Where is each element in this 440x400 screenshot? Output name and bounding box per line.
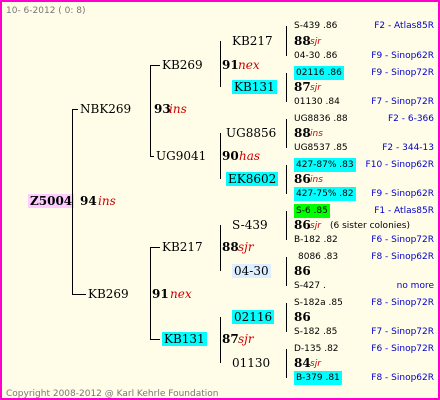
gen4-origin-0: F2 - Atlas85R — [374, 21, 434, 31]
gen3-id-3[interactable]: EK8602 — [226, 172, 279, 186]
connector-gen2-b-bottom — [150, 339, 160, 340]
footer-copyright: Copyright 2008-2012 @ Karl Kehrle Founda… — [6, 389, 219, 399]
gen4-origin-18: F8 - Sinop72R — [371, 298, 434, 308]
gen3-id-1[interactable]: KB131 — [232, 80, 277, 94]
gen4-origin-14: F6 - Sinop72R — [371, 235, 434, 245]
gen4-origin-8: F2 - 344-13 — [382, 143, 434, 153]
connector-gen4-3 — [286, 119, 287, 148]
gen3-id-7[interactable]: 01130 — [232, 356, 270, 370]
gen4-origin-3: F9 - Sinop72R — [371, 68, 434, 78]
gen4-tag-10: ins — [310, 175, 323, 185]
gen4-label-0[interactable]: S-439 .86 — [294, 19, 337, 33]
gen4-note-13: (6 sister colonies) — [330, 221, 411, 231]
gen4-label-23[interactable]: B-379 .81 — [294, 371, 342, 385]
gen4-tag-7: ins — [310, 129, 323, 139]
connector-gen4-4 — [286, 165, 287, 194]
connector-gen1-bottom — [72, 294, 86, 295]
gen4-label-9[interactable]: 427-87% .83 — [294, 158, 356, 172]
gen1-tag-1: nex — [170, 287, 192, 301]
connector-gen4-8 — [286, 349, 287, 378]
gen4-label-17[interactable]: S-427 . — [294, 279, 326, 293]
gen4-label-5[interactable]: 01130 .84 — [294, 95, 340, 109]
gen4-label-6[interactable]: UG8836 .88 — [294, 112, 348, 126]
root-queen-id[interactable]: Z5004 — [28, 194, 75, 208]
gen4-label-8[interactable]: UG8537 .85 — [294, 141, 348, 155]
gen4-label-11[interactable]: 427-75% .82 — [294, 187, 356, 201]
gen1-id-1[interactable]: KB269 — [88, 287, 129, 301]
gen4-origin-2: F9 - Sinop62R — [371, 51, 434, 61]
connector-gen2-b — [150, 247, 151, 339]
gen4-label-20[interactable]: S-182 .85 — [294, 325, 337, 339]
gen4-label-12[interactable]: S-6 .85 — [294, 204, 330, 218]
gen2-id-3[interactable]: KB131 — [162, 332, 207, 346]
connector-gen3-b — [220, 133, 221, 179]
connector-gen4-7 — [286, 303, 287, 332]
gen3-id-4[interactable]: S-439 — [232, 218, 268, 232]
gen2-year-1: 90 — [222, 149, 239, 163]
connector-gen2-a-top — [150, 65, 160, 66]
connector-gen2-a-bottom — [150, 156, 154, 157]
connector-gen1 — [72, 109, 73, 295]
gen4-tag-13: sjr — [310, 221, 321, 231]
gen4-year-4: 87 — [294, 80, 311, 94]
root-queen-tag: ins — [98, 194, 116, 208]
gen4-origin-5: F7 - Sinop72R — [371, 97, 434, 107]
gen4-origin-6: F2 - 6-366 — [387, 114, 434, 124]
gen1-id-0[interactable]: NBK269 — [80, 102, 131, 116]
gen4-year-16: 86 — [294, 264, 311, 278]
gen4-origin-21: F6 - Sinop72R — [371, 344, 434, 354]
connector-gen2-a — [150, 65, 151, 157]
gen4-origin-20: F7 - Sinop72R — [371, 327, 434, 337]
header-date: 10- 6-2012 ( 0: 8) — [6, 6, 86, 16]
connector-gen3-a — [220, 41, 221, 87]
gen4-year-19: 86 — [294, 310, 311, 324]
gen4-label-3[interactable]: 02116 .86 — [294, 66, 344, 80]
connector-gen3-d — [220, 317, 221, 363]
gen4-label-18[interactable]: S-182a .85 — [294, 296, 343, 310]
gen4-label-15[interactable]: 8086 .83 — [298, 250, 338, 264]
gen4-origin-9: F10 - Sinop62R — [365, 160, 434, 170]
gen2-tag-0: nex — [238, 58, 260, 72]
gen4-origin-12: F1 - Atlas85R — [374, 206, 434, 216]
gen4-year-22: 84 — [294, 356, 311, 370]
gen1-year-1: 91 — [152, 287, 169, 301]
gen4-tag-1: sjr — [310, 37, 321, 47]
connector-gen4-1 — [286, 26, 287, 56]
gen3-id-5[interactable]: 04-30 — [232, 264, 271, 278]
gen4-label-21[interactable]: D-135 .82 — [294, 342, 339, 356]
root-queen-year: 94 — [80, 194, 97, 208]
gen2-tag-2: sjr — [238, 240, 254, 254]
gen4-origin-23: F8 - Sinop62R — [371, 373, 434, 383]
gen4-tag-22: sjr — [310, 359, 321, 369]
gen2-id-2[interactable]: KB217 — [162, 240, 203, 254]
connector-gen2-b-top — [150, 247, 160, 248]
gen4-origin-17: no more — [396, 281, 434, 291]
gen4-year-7: 88 — [294, 126, 311, 140]
gen4-label-2[interactable]: 04-30 .86 — [294, 49, 337, 63]
gen4-tag-4: sjr — [310, 83, 321, 93]
connector-gen4-2 — [286, 73, 287, 102]
gen4-origin-11: F9 - Sinop62R — [371, 189, 434, 199]
connector-gen4-5 — [286, 211, 287, 240]
gen3-id-0[interactable]: KB217 — [232, 34, 273, 48]
connector-gen4-6 — [286, 257, 287, 286]
connector-gen1-top — [72, 109, 78, 110]
gen2-id-0[interactable]: KB269 — [162, 58, 203, 72]
gen4-origin-15: F8 - Sinop62R — [371, 252, 434, 262]
gen2-year-0: 91 — [222, 58, 239, 72]
gen2-tag-3: sjr — [238, 332, 254, 346]
gen4-label-14[interactable]: B-182 .82 — [294, 233, 338, 247]
gen1-tag-0: ins — [169, 102, 187, 116]
gen3-id-6[interactable]: 02116 — [232, 310, 275, 324]
gen4-year-1: 88 — [294, 34, 311, 48]
gen3-id-2[interactable]: UG8856 — [226, 126, 276, 140]
gen4-year-10: 86 — [294, 172, 311, 186]
pedigree-frame: 10- 6-2012 ( 0: 8) Z5004 94 ins NBK269 9… — [0, 0, 440, 400]
connector-gen3-c — [220, 225, 221, 271]
gen2-tag-1: has — [239, 149, 261, 163]
gen2-id-1[interactable]: UG9041 — [156, 149, 206, 163]
gen4-year-13: 86 — [294, 218, 311, 232]
gen2-year-2: 88 — [222, 240, 239, 254]
gen2-year-3: 87 — [222, 332, 239, 346]
